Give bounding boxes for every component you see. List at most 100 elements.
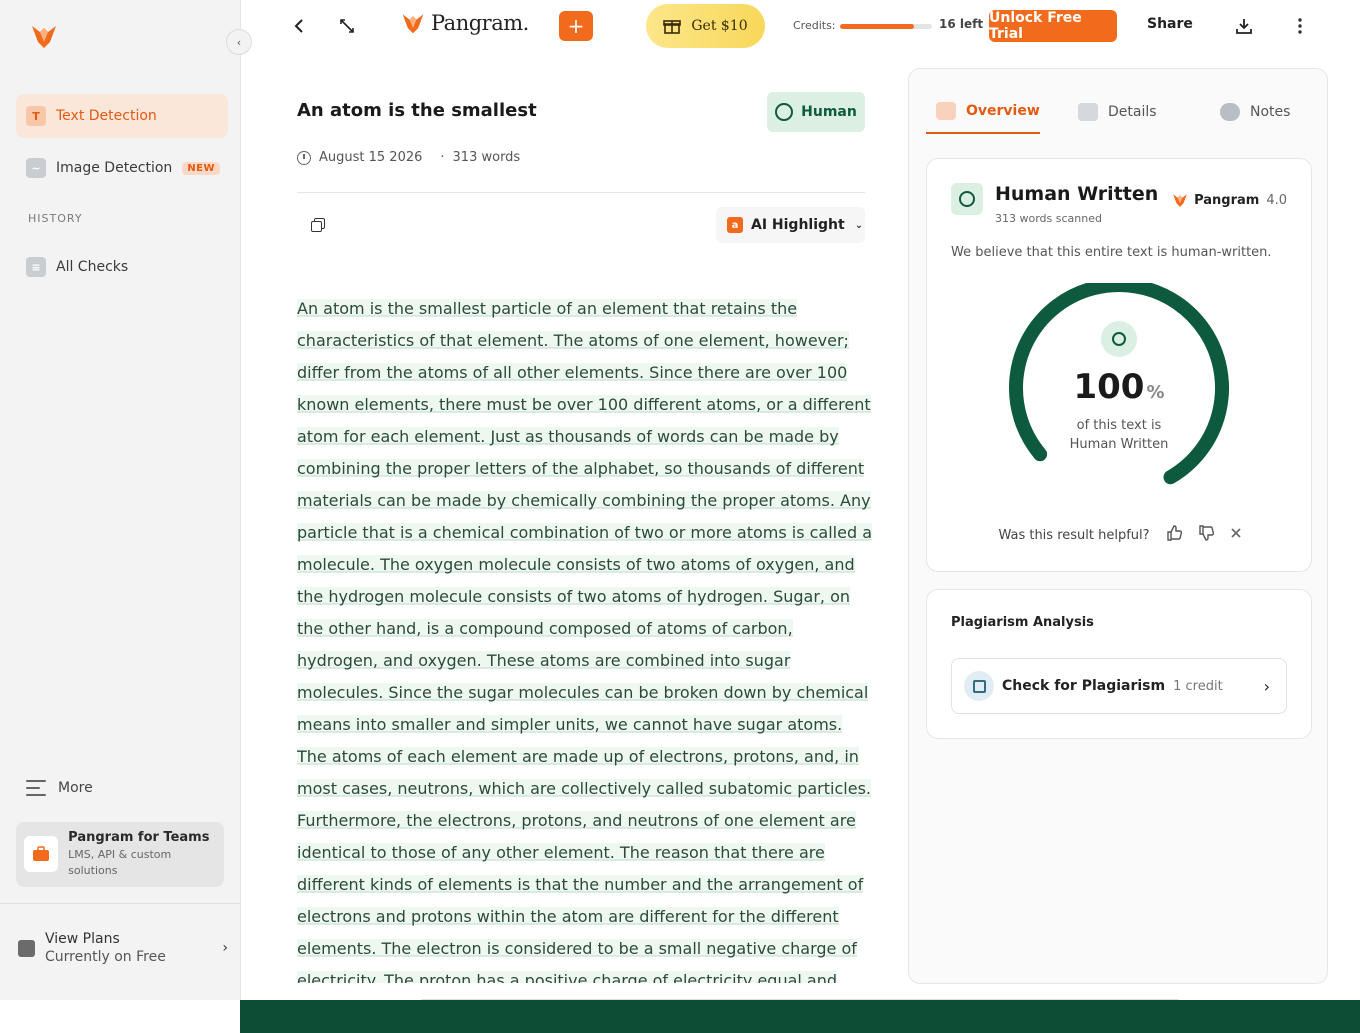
unlock-free-trial-button[interactable]: Unlock Free Trial: [989, 10, 1117, 42]
human-icon: [775, 103, 794, 121]
menu-lines-icon: [26, 780, 46, 796]
check-plagiarism-label: Check for Plagiarism: [1002, 678, 1166, 694]
result-title: Human Written: [995, 183, 1159, 205]
plagiarism-card: Plagiarism Analysis Check for Plagiarism…: [926, 589, 1312, 739]
document-text: An atom is the smallest particle of an e…: [297, 299, 872, 983]
ai-highlight-dropdown[interactable]: a AI Highlight ⌄: [716, 207, 865, 243]
more-menu[interactable]: More: [26, 780, 93, 796]
verdict-badge: Human: [767, 92, 865, 132]
get-credit-button[interactable]: Get $10: [646, 4, 765, 48]
gauge-caption-line2: Human Written: [1069, 437, 1169, 452]
copy-text-button[interactable]: [309, 216, 325, 232]
notes-icon: [1220, 102, 1240, 121]
feedback-question: Was this result helpful?: [998, 527, 1150, 543]
credits-left: 16 left: [939, 17, 984, 31]
all-checks-icon: ≡: [26, 257, 46, 277]
tab-label: Notes: [1250, 103, 1291, 120]
details-icon: [1078, 102, 1098, 121]
tab-label: Details: [1108, 103, 1157, 120]
document-title: An atom is the smallest: [297, 100, 537, 121]
feedback-row: Was this result helpful?: [927, 525, 1313, 545]
verdict-label: Human: [801, 104, 857, 120]
text-detection-icon: T: [26, 106, 46, 126]
teams-icon: [24, 836, 59, 872]
result-summary: We believe that this entire text is huma…: [951, 245, 1272, 260]
pangram-logo-icon: [1173, 194, 1187, 207]
sidebar-item-label: All Checks: [56, 259, 129, 275]
document-divider: [297, 192, 865, 193]
top-bar: Pangram. + Get $10 Credits: 16 left Unlo…: [241, 0, 1360, 52]
credits-label: Credits:: [793, 19, 836, 32]
brand-name: Pangram.: [431, 11, 529, 35]
gift-icon: [663, 20, 682, 34]
clock-icon: [297, 150, 311, 165]
share-label: Share: [1147, 16, 1193, 32]
new-badge: NEW: [182, 161, 221, 175]
tab-overview[interactable]: Overview: [926, 89, 1040, 134]
document-meta: August 15 2026 · 313 words: [297, 150, 520, 165]
history-heading: HISTORY: [28, 212, 83, 225]
human-icon: [1101, 321, 1137, 357]
download-button[interactable]: [1230, 12, 1258, 40]
share-button[interactable]: Share: [1147, 16, 1193, 32]
results-panel: Overview Details Notes Human Written 313…: [908, 68, 1328, 984]
expand-button[interactable]: [333, 12, 361, 40]
dismiss-icon[interactable]: [1230, 527, 1242, 543]
expand-icon: [340, 19, 354, 33]
teams-title: Pangram for Teams: [68, 830, 210, 845]
plagiarism-cost: 1 credit: [1173, 678, 1223, 694]
view-plans-button[interactable]: View Plans Currently on Free ›: [18, 928, 228, 968]
image-detection-icon: ~: [26, 158, 46, 178]
results-tabs: Overview Details Notes: [926, 89, 1312, 134]
brand[interactable]: Pangram.: [401, 10, 529, 36]
chevron-down-icon: ⌄: [854, 219, 864, 231]
unlock-label: Unlock Free Trial: [989, 10, 1082, 42]
get-credit-label: Get $10: [691, 18, 748, 34]
percent-sign: %: [1146, 382, 1165, 403]
plans-subtitle: Currently on Free: [45, 949, 166, 965]
model-name: Pangram: [1194, 192, 1260, 208]
words-scanned: 313 words scanned: [995, 212, 1102, 225]
chevron-left-icon: [294, 19, 303, 33]
model-version: 4.0: [1266, 192, 1287, 208]
more-options-button[interactable]: [1286, 12, 1314, 40]
chevron-right-icon: ›: [1263, 676, 1270, 696]
plagiarism-title: Plagiarism Analysis: [951, 615, 1094, 630]
teams-card[interactable]: Pangram for Teams LMS, API & custom solu…: [16, 822, 224, 887]
document-date: August 15 2026: [319, 150, 423, 165]
plus-icon: +: [567, 14, 585, 38]
sidebar-item-all-checks[interactable]: ≡ All Checks: [16, 245, 228, 289]
overview-icon: [936, 101, 956, 120]
sidebar-item-text-detection[interactable]: T Text Detection: [16, 94, 228, 138]
meta-separator: ·: [440, 150, 445, 165]
chevron-right-icon: ›: [222, 940, 228, 956]
sidebar: ‹ T Text Detection ~ Image Detection NEW…: [0, 0, 252, 1000]
credits-progress-bar: [840, 24, 932, 29]
sidebar-item-label: Image Detection: [56, 160, 173, 176]
ai-highlight-label: AI Highlight: [751, 217, 845, 233]
human-written-icon: [951, 183, 983, 215]
result-card: Human Written 313 words scanned Pangram …: [926, 158, 1312, 572]
teams-subtitle: LMS, API & custom solutions: [68, 848, 172, 877]
gauge-caption-line1: of this text is: [1076, 418, 1162, 433]
sidebar-item-label: Text Detection: [56, 108, 157, 124]
sidebar-divider: [0, 903, 240, 904]
download-icon: [1236, 19, 1252, 34]
pangram-logo-icon: [402, 14, 424, 34]
gauge-center: 100% of this text is Human Written: [1007, 321, 1231, 453]
back-button[interactable]: [285, 12, 313, 40]
check-plagiarism-button[interactable]: Check for Plagiarism 1 credit ›: [951, 658, 1287, 714]
tab-notes[interactable]: Notes: [1220, 89, 1290, 134]
document-body: An atom is the smallest particle of an e…: [297, 293, 872, 983]
human-percentage: 100%: [1007, 365, 1231, 415]
kebab-menu-icon: [1298, 18, 1302, 34]
thumbs-up-icon[interactable]: [1166, 525, 1182, 545]
credits-progress-fill: [840, 24, 914, 29]
new-check-button[interactable]: +: [559, 11, 593, 41]
plans-title: View Plans: [45, 931, 120, 947]
pangram-logo-icon[interactable]: [30, 22, 58, 50]
thumbs-down-icon[interactable]: [1198, 525, 1214, 545]
plans-icon: [18, 939, 35, 957]
tab-details[interactable]: Details: [1078, 89, 1157, 134]
sidebar-item-image-detection[interactable]: ~ Image Detection NEW: [16, 146, 228, 190]
